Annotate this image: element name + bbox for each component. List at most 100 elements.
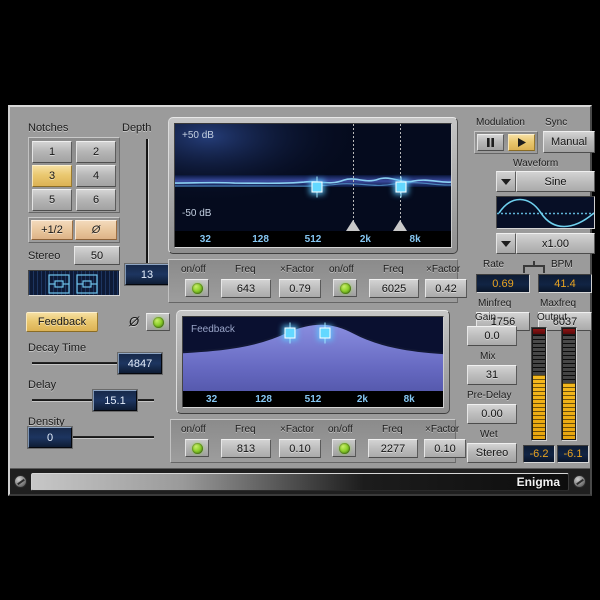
notch-button-3[interactable]: 3 — [32, 165, 72, 187]
mix-value-field[interactable]: 31 — [467, 365, 517, 385]
chevron-down-icon[interactable] — [496, 233, 516, 254]
feedback-display-frame: Feedback 32 128 512 2k 8k — [176, 310, 450, 414]
feedback-enable-button[interactable]: Feedback — [26, 312, 98, 332]
density-slider-handle[interactable]: 0 — [28, 427, 72, 448]
waveform-multiplier-select[interactable]: x1.00 — [496, 233, 595, 254]
bot-band1-freq-label: Freq — [235, 424, 256, 435]
fb-axis-tick-512: 512 — [305, 394, 322, 405]
notch-half-step-button[interactable]: +1/2 — [31, 220, 73, 240]
notches-label: Notches — [28, 122, 68, 134]
top-band1-onoff-label: on/off — [181, 264, 206, 275]
axis-tick-128: 128 — [252, 234, 269, 245]
depth-slider-track[interactable] — [146, 139, 149, 279]
waveform-shape-value[interactable]: Sine — [516, 171, 595, 192]
bot-band2-factor-field[interactable]: 0.10 — [424, 439, 466, 458]
led-on-icon — [192, 283, 203, 294]
bot-band2-freq-field[interactable]: 2277 — [368, 439, 418, 458]
top-band2-freq-field[interactable]: 6025 — [369, 279, 419, 298]
waveform-select[interactable]: Sine — [496, 171, 595, 192]
feedback-display[interactable]: Feedback 32 128 512 2k 8k — [182, 316, 444, 408]
delay-slider-handle[interactable]: 15.1 — [93, 390, 137, 411]
pause-icon — [486, 138, 495, 147]
meter-clip-indicator-left — [533, 329, 545, 334]
predelay-label: Pre-Delay — [467, 390, 511, 401]
notch-button-6[interactable]: 6 — [76, 189, 116, 211]
feedback-display-title: Feedback — [191, 324, 235, 335]
predelay-value-field[interactable]: 0.00 — [467, 404, 517, 424]
notches-button-grid: 1 2 3 4 5 6 — [28, 137, 120, 213]
rate-label: Rate — [483, 259, 504, 270]
modulation-label: Modulation — [476, 117, 525, 128]
bot-band1-onoff-led[interactable] — [185, 439, 209, 457]
notch-button-1[interactable]: 1 — [32, 141, 72, 163]
feedback-node-2[interactable] — [320, 328, 331, 339]
fb-axis-tick-2k: 2k — [357, 394, 368, 405]
output-meter-left — [531, 327, 547, 441]
top-band1-factor-field[interactable]: 0.79 — [279, 279, 321, 298]
wet-mode-button[interactable]: Stereo — [467, 443, 517, 463]
waveform-multiplier-value[interactable]: x1.00 — [516, 233, 595, 254]
spectrum-display[interactable]: +50 dB -50 dB 32 128 512 2k 8k — [174, 123, 452, 248]
axis-tick-8k: 8k — [410, 234, 421, 245]
stereo-value-field[interactable]: 50 — [74, 246, 120, 265]
plugin-window: Notches 1 2 3 4 5 6 +1/2 Ø Stereo 50 — [8, 105, 592, 496]
feedback-phase-label: Ø — [129, 314, 139, 329]
bot-band1-freq-field[interactable]: 813 — [221, 439, 271, 458]
feedback-node-1[interactable] — [285, 328, 296, 339]
axis-tick-2k: 2k — [360, 234, 371, 245]
top-band1-freq-field[interactable]: 643 — [221, 279, 271, 298]
notch-button-2[interactable]: 2 — [76, 141, 116, 163]
depth-label: Depth — [122, 122, 151, 134]
decay-time-slider-handle[interactable]: 4847 — [118, 353, 162, 374]
eq-node-2[interactable] — [396, 182, 407, 193]
top-band1-freq-label: Freq — [235, 264, 256, 275]
plugin-body: Notches 1 2 3 4 5 6 +1/2 Ø Stereo 50 — [10, 107, 590, 468]
modulation-play-button[interactable] — [508, 134, 535, 151]
spectrum-axis: 32 128 512 2k 8k — [175, 231, 451, 247]
output-meter-right — [561, 327, 577, 441]
delay-label: Delay — [28, 379, 56, 391]
decay-time-label: Decay Time — [28, 342, 86, 354]
minfreq-label: Minfreq — [478, 298, 511, 309]
gain-label: Gain — [475, 312, 496, 323]
top-band2-factor-field[interactable]: 0.42 — [425, 279, 467, 298]
bot-band2-factor-label: ×Factor — [425, 424, 459, 435]
rate-bpm-link[interactable] — [523, 265, 545, 273]
screw-icon-left — [14, 475, 27, 488]
top-band2-freq-label: Freq — [383, 264, 404, 275]
bot-band1-factor-field[interactable]: 0.10 — [279, 439, 321, 458]
notch-button-4[interactable]: 4 — [76, 165, 116, 187]
plugin-title: Enigma — [517, 475, 560, 489]
meter-fill-left — [533, 375, 545, 439]
bpm-value-field[interactable]: 41.4 — [538, 274, 592, 293]
mix-label: Mix — [480, 351, 496, 362]
depth-slider-handle[interactable]: 13 — [125, 264, 169, 285]
led-on-icon — [192, 443, 203, 454]
bot-band2-onoff-label: on/off — [328, 424, 353, 435]
waveform-label: Waveform — [513, 158, 558, 169]
modulation-pause-button[interactable] — [477, 134, 504, 151]
bot-band1-onoff-label: on/off — [181, 424, 206, 435]
chevron-down-icon[interactable] — [496, 171, 516, 192]
feedback-phase-led[interactable] — [146, 313, 170, 331]
marker-handle-1[interactable] — [346, 220, 360, 231]
output-meter-right-value[interactable]: -6.1 — [557, 445, 589, 463]
axis-tick-512: 512 — [305, 234, 322, 245]
output-label: Output — [537, 312, 567, 323]
marker-handle-2[interactable] — [393, 220, 407, 231]
notch-button-5[interactable]: 5 — [32, 189, 72, 211]
meter-clip-indicator-right — [563, 329, 575, 334]
sync-mode-button[interactable]: Manual — [543, 131, 595, 153]
top-band2-onoff-led[interactable] — [333, 279, 357, 297]
maxfreq-label: Maxfreq — [540, 298, 576, 309]
led-on-icon — [339, 443, 350, 454]
notch-phase-invert-button[interactable]: Ø — [75, 220, 117, 240]
spectrum-display-frame: +50 dB -50 dB 32 128 512 2k 8k — [168, 117, 458, 254]
bot-band2-onoff-led[interactable] — [332, 439, 356, 457]
eq-node-1[interactable] — [312, 182, 323, 193]
fb-axis-tick-32: 32 — [206, 394, 217, 405]
gain-value-field[interactable]: 0.0 — [467, 326, 517, 346]
output-meter-left-value[interactable]: -6.2 — [523, 445, 555, 463]
top-band1-onoff-led[interactable] — [185, 279, 209, 297]
rate-value-field[interactable]: 0.69 — [476, 274, 530, 293]
